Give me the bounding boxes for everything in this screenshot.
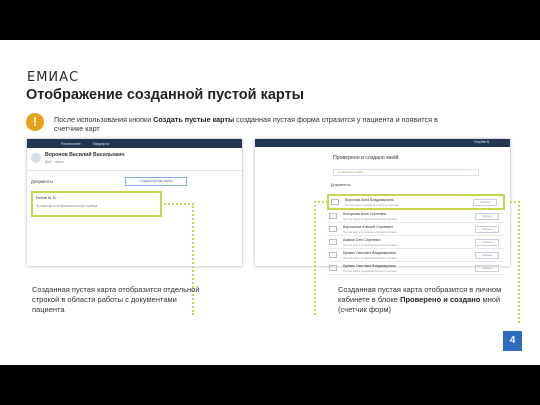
document-icon [329,239,337,245]
document-icon [331,199,339,205]
row-name: Акимов Олег Сергеевич [343,238,381,242]
open-button[interactable]: Открыть [475,226,499,233]
top-nav: Голубев В. [255,139,510,147]
patient-line: ДМС · полис [45,160,64,164]
right-screenshot: Голубев В. Проверено и создано мной 14 Ф… [255,139,510,275]
row-name: Белоусова Анна Сергеевна [343,212,387,216]
connector-right [314,201,328,315]
open-button[interactable]: Открыть [475,265,499,272]
open-button[interactable]: Открыть [473,199,497,206]
document-icon [329,265,337,271]
card-subtitle: Пустая карта профилактического приема [36,204,98,208]
warning-icon: ! [26,113,44,131]
patient-meta: (+7 999) 123-45-67 [97,153,125,157]
list-item[interactable]: Акимов Олег Сергеевич Пустая карта профил… [327,236,505,249]
row-sub: Пустая карта профилактического приема [343,243,397,247]
top-nav: Расписание Медкарта [27,139,242,148]
row-sub: Пустая карта профилактического приема [343,217,397,221]
row-name: Воронова Анна Владимировна [345,198,394,202]
page-number: 4 [503,331,522,351]
row-name: Еремин Светлана Владимировна [343,264,396,268]
list-item[interactable]: Ворошилов Алексей Сергеевич Пустая карта … [327,223,505,236]
left-screenshot: Расписание Медкарта Воронов Василий Васи… [27,139,242,266]
create-empty-cards-button[interactable]: Создать пустые карты [125,177,187,186]
list-item[interactable]: Еремин Светлана Владимировна Пустая карта… [327,262,505,275]
documents-label: Документы [31,179,53,184]
open-button[interactable]: Открыть [475,239,499,246]
list-item[interactable]: Воронова Анна Владимировна Пустая карта п… [327,194,505,210]
user-name[interactable]: Голубев В. [474,140,490,144]
empty-card-row[interactable]: Рябов М. В. Пустая карта профилактическо… [31,191,162,217]
list-item[interactable]: Еремин Светлана Владимировна Пустая карта… [327,249,505,262]
section-heading: Проверено и создано мной [333,155,399,161]
document-icon [329,213,337,219]
documents-label: Документы [331,183,351,187]
row-sub: Пустая карта профилактического приема [343,269,397,273]
caption-right: Созданная пустая карта отобразится в лич… [338,285,502,314]
emias-logo: ЕМИАС [27,70,80,85]
slide-title: Отображение созданной пустой карты [26,87,305,103]
patient-header: Воронов Василий Васильевич (+7 999) 123-… [27,148,242,171]
nav-item[interactable]: Медкарта [93,142,109,146]
row-sub: Пустая карта профилактического приема [343,230,397,234]
row-sub: Пустая карта профилактического приема [343,256,397,260]
avatar [31,153,41,163]
document-icon [329,252,337,258]
card-title: Рябов М. В. [36,196,57,200]
date-filter[interactable]: 14 Февраль 2018 [333,169,479,176]
notice-text: После использования кнопки Создать пусты… [54,115,438,133]
row-name: Еремин Светлана Владимировна [343,251,396,255]
open-button[interactable]: Открыть [475,213,499,220]
caption-left: Созданная пустая карта отобразится отдел… [32,285,200,314]
row-name: Ворошилов Алексей Сергеевич [343,225,393,229]
documents-list: Воронова Анна Владимировна Пустая карта п… [327,194,505,275]
nav-item[interactable]: Расписание [61,142,81,146]
list-item[interactable]: Белоусова Анна Сергеевна Пустая карта про… [327,210,505,223]
open-button[interactable]: Открыть [475,252,499,259]
slide: ЕМИАС Отображение созданной пустой карты… [0,40,540,365]
row-sub: Пустая карта профилактического приема [345,203,399,207]
document-icon [329,226,337,232]
